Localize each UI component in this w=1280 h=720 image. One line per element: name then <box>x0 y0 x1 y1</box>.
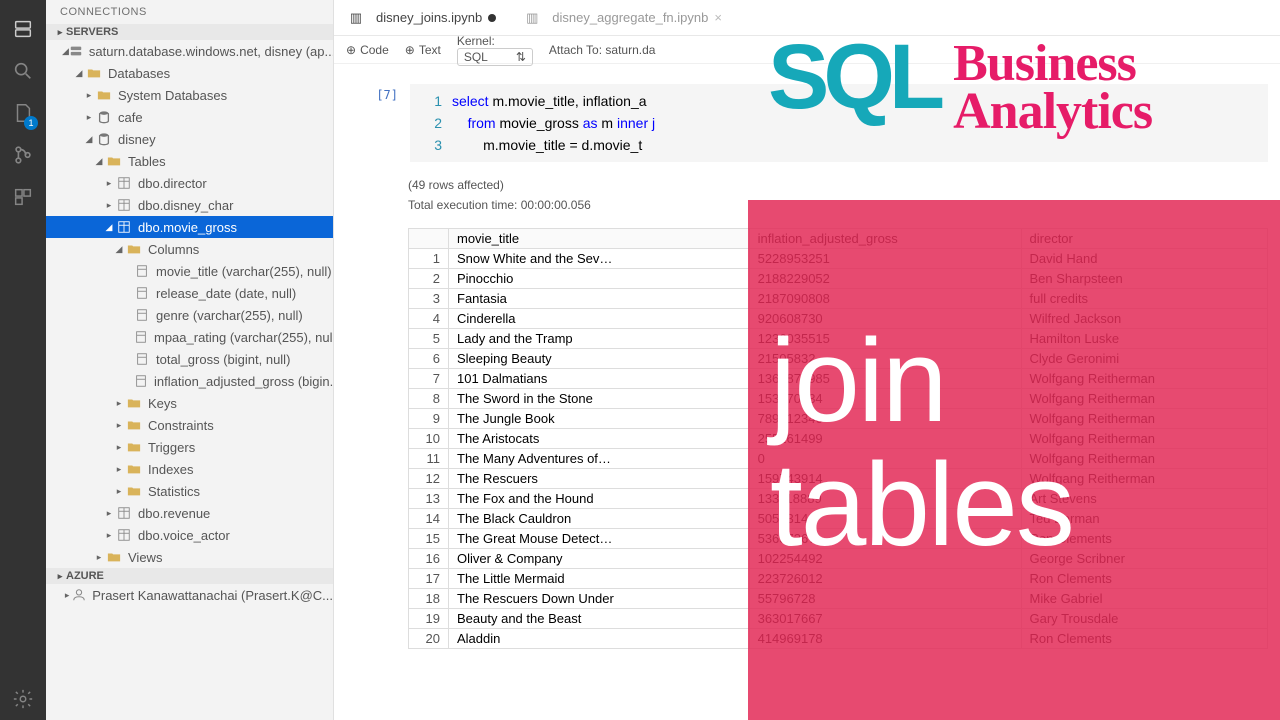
results-table[interactable]: movie_titleinflation_adjusted_grossdirec… <box>408 228 1268 649</box>
folder-icon <box>126 241 142 257</box>
code-cell[interactable]: [7] 1select m.movie_title, inflation_a2 … <box>346 84 1268 162</box>
server-node[interactable]: ◢saturn.database.windows.net, disney (ap… <box>46 40 333 62</box>
folder-icon <box>126 417 142 433</box>
database-icon <box>96 131 112 147</box>
notebook-badge: 1 <box>24 116 38 130</box>
table-director[interactable]: ▸dbo.director <box>46 172 333 194</box>
db-disney[interactable]: ◢disney <box>46 128 333 150</box>
views-folder[interactable]: ▸Views <box>46 546 333 568</box>
table-icon <box>116 527 132 543</box>
code-editor[interactable]: 1select m.movie_title, inflation_a2 from… <box>410 84 1268 162</box>
table-disney-char[interactable]: ▸dbo.disney_char <box>46 194 333 216</box>
col-total-gross[interactable]: total_gross (bigint, null) <box>46 348 333 370</box>
folder-icon <box>126 483 142 499</box>
kernel-label: Kernel: <box>457 34 495 48</box>
database-icon <box>96 109 112 125</box>
azure-account[interactable]: ▸Prasert Kanawattanachai (Prasert.K@C... <box>46 584 333 606</box>
col-movie-title[interactable]: movie_title (varchar(255), null) <box>46 260 333 282</box>
columns-folder[interactable]: ◢Columns <box>46 238 333 260</box>
kernel-select[interactable]: SQL⇅ <box>457 48 533 66</box>
db-cafe[interactable]: ▸cafe <box>46 106 333 128</box>
activity-extensions-icon[interactable] <box>0 176 46 218</box>
folder-icon <box>106 153 122 169</box>
tab-disney-joins[interactable]: ▥disney_joins.ipynb <box>334 0 510 36</box>
column-icon <box>134 263 150 279</box>
table-revenue[interactable]: ▸dbo.revenue <box>46 502 333 524</box>
databases-folder[interactable]: ◢Databases <box>46 62 333 84</box>
folder-icon <box>126 395 142 411</box>
plus-icon: ⊕ <box>346 43 356 57</box>
add-code-button[interactable]: ⊕Code <box>346 43 389 57</box>
folder-triggers[interactable]: ▸Triggers <box>46 436 333 458</box>
column-icon <box>134 285 150 301</box>
col-inflation[interactable]: inflation_adjusted_gross (bigin... <box>46 370 333 392</box>
sidebar-title: CONNECTIONS <box>46 0 333 24</box>
add-text-button[interactable]: ⊕Text <box>405 43 441 57</box>
folder-icon <box>126 439 142 455</box>
folder-keys[interactable]: ▸Keys <box>46 392 333 414</box>
activity-scm-icon[interactable] <box>0 134 46 176</box>
dirty-indicator-icon <box>488 14 496 22</box>
folder-icon <box>106 549 122 565</box>
section-servers[interactable]: ▸SERVERS <box>46 24 333 40</box>
table-icon <box>116 197 132 213</box>
activity-settings-icon[interactable] <box>0 678 46 720</box>
server-icon <box>69 43 83 59</box>
exec-time: Total execution time: 00:00:00.056 <box>334 194 1280 222</box>
column-icon <box>134 329 148 345</box>
chevron-updown-icon: ⇅ <box>516 50 526 64</box>
folder-icon <box>86 65 102 81</box>
rows-affected: (49 rows affected) <box>334 170 1280 194</box>
activity-search-icon[interactable] <box>0 50 46 92</box>
activity-server-icon[interactable] <box>0 8 46 50</box>
table-icon <box>116 505 132 521</box>
tables-folder[interactable]: ◢Tables <box>46 150 333 172</box>
col-genre[interactable]: genre (varchar(255), null) <box>46 304 333 326</box>
person-icon <box>72 587 86 603</box>
col-mpaa[interactable]: mpaa_rating (varchar(255), null) <box>46 326 333 348</box>
column-icon <box>134 373 148 389</box>
attach-label: Attach To: <box>549 43 602 57</box>
table-voice-actor[interactable]: ▸dbo.voice_actor <box>46 524 333 546</box>
table-icon <box>116 219 132 235</box>
column-icon <box>134 307 150 323</box>
column-icon <box>134 351 150 367</box>
notebook-toolbar: ⊕Code ⊕Text Kernel: SQL⇅ Attach To: satu… <box>334 36 1280 64</box>
folder-indexes[interactable]: ▸Indexes <box>46 458 333 480</box>
close-icon[interactable]: × <box>714 10 722 25</box>
tab-disney-aggregate[interactable]: ▥disney_aggregate_fn.ipynb× <box>510 0 736 36</box>
folder-icon <box>126 461 142 477</box>
table-movie-gross[interactable]: ◢dbo.movie_gross <box>46 216 333 238</box>
attach-value: saturn.da <box>605 43 655 57</box>
editor-tabs: ▥disney_joins.ipynb ▥disney_aggregate_fn… <box>334 0 1280 36</box>
notebook-icon: ▥ <box>348 10 364 26</box>
sysdb-folder[interactable]: ▸System Databases <box>46 84 333 106</box>
section-azure[interactable]: ▸AZURE <box>46 568 333 584</box>
folder-statistics[interactable]: ▸Statistics <box>46 480 333 502</box>
table-icon <box>116 175 132 191</box>
folder-icon <box>96 87 112 103</box>
plus-icon: ⊕ <box>405 43 415 57</box>
activity-notebook-icon[interactable]: 1 <box>0 92 46 134</box>
notebook-icon: ▥ <box>524 10 540 26</box>
col-release-date[interactable]: release_date (date, null) <box>46 282 333 304</box>
cell-prompt: [7] <box>346 84 410 162</box>
folder-constraints[interactable]: ▸Constraints <box>46 414 333 436</box>
